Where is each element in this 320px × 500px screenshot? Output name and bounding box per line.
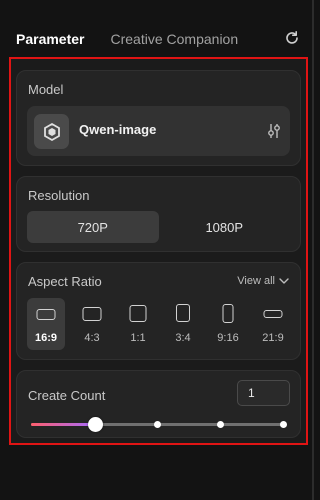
model-title: Model <box>28 82 64 97</box>
aspect-ratio-card: Aspect Ratio View all 16:9 4:3 1:1 3:4 9… <box>16 262 301 360</box>
resolution-1080p-button[interactable]: 1080P <box>159 211 291 243</box>
ratio-16-9-icon <box>36 309 56 320</box>
model-selector[interactable]: Qwen-image <box>27 106 290 156</box>
ratio-label: 16:9 <box>34 332 58 344</box>
ratio-4-3-option[interactable]: 4:3 <box>73 298 111 350</box>
create-count-card: Create Count <box>16 370 301 438</box>
create-count-title: Create Count <box>28 388 106 403</box>
resolution-title: Resolution <box>28 188 90 203</box>
ratio-label: 1:1 <box>130 332 146 344</box>
ratio-1-1-icon <box>129 305 147 322</box>
resolution-card: Resolution 720P 1080P <box>16 176 301 252</box>
view-all-label: View all <box>237 275 275 287</box>
slider-thumb[interactable] <box>88 417 103 432</box>
ratio-3-4-option[interactable]: 3:4 <box>164 298 202 350</box>
slider-step-dot <box>154 421 161 428</box>
ratio-21-9-icon <box>263 310 283 318</box>
model-name: Qwen-image <box>79 122 157 137</box>
ratio-3-4-icon <box>176 304 190 322</box>
slider-step-dot <box>280 421 287 428</box>
view-all-button[interactable]: View all <box>237 275 289 287</box>
aspect-ratio-title: Aspect Ratio <box>28 274 102 289</box>
ratio-9-16-icon <box>222 304 234 323</box>
chevron-down-icon <box>279 278 289 284</box>
settings-sliders-icon[interactable] <box>267 123 281 139</box>
ratio-16-9-option[interactable]: 16:9 <box>27 298 65 350</box>
tab-creative-companion[interactable]: Creative Companion <box>111 31 239 47</box>
ratio-21-9-option[interactable]: 21:9 <box>254 298 292 350</box>
ratio-label: 3:4 <box>175 332 191 344</box>
panel-edge <box>312 0 314 500</box>
ratio-1-1-option[interactable]: 1:1 <box>119 298 157 350</box>
ratio-9-16-option[interactable]: 9:16 <box>209 298 247 350</box>
refresh-icon[interactable] <box>284 30 300 46</box>
create-count-input[interactable] <box>237 380 290 406</box>
tab-parameter[interactable]: Parameter <box>16 31 85 47</box>
ratio-4-3-icon <box>82 307 102 321</box>
tab-bar: Parameter Creative Companion <box>16 29 300 49</box>
aspect-ratio-options: 16:9 4:3 1:1 3:4 9:16 21:9 <box>27 298 294 350</box>
slider-step-dot <box>217 421 224 428</box>
slider-fill <box>31 423 95 426</box>
ratio-label: 4:3 <box>84 332 100 344</box>
resolution-toggle: 720P 1080P <box>27 211 290 243</box>
ratio-label: 9:16 <box>217 332 239 344</box>
create-count-slider[interactable] <box>31 417 287 432</box>
model-card: Model Qwen-image <box>16 70 301 166</box>
resolution-720p-button[interactable]: 720P <box>27 211 159 243</box>
model-logo-icon <box>34 114 69 149</box>
ratio-label: 21:9 <box>262 332 284 344</box>
